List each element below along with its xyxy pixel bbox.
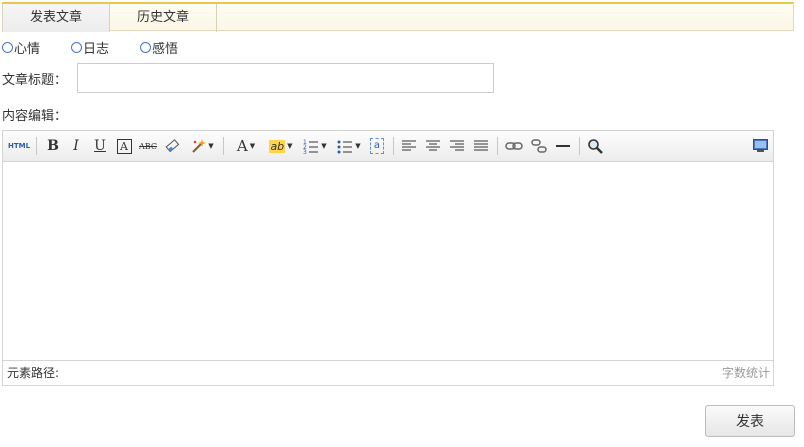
italic-button[interactable]: I xyxy=(66,136,86,156)
title-label: 文章标题： xyxy=(2,73,68,88)
radio-button[interactable] xyxy=(71,41,83,53)
rich-text-editor: HTML B I U A ABC ▼ A ▼ ab ▼ 1 2 3 ▼ ▼ a … xyxy=(2,130,774,386)
element-path-label: 元素路径: xyxy=(7,366,60,380)
link-button[interactable] xyxy=(503,136,525,156)
strikethrough-icon: ABC xyxy=(139,141,157,151)
chevron-down-icon: ▼ xyxy=(355,142,361,150)
toolbar-separator xyxy=(36,137,37,155)
chevron-down-icon: ▼ xyxy=(208,142,214,150)
ordered-list-button[interactable]: 1 2 3 ▼ xyxy=(300,136,330,156)
radio-option-mood[interactable]: 心情 xyxy=(2,38,40,57)
align-right-button[interactable] xyxy=(447,136,467,156)
tab-bar: 发表文章 历史文章 xyxy=(2,2,794,32)
toolbar-separator xyxy=(579,137,580,155)
tab-publish-article[interactable]: 发表文章 xyxy=(2,4,110,32)
category-radio-group: 心情 日志 感悟 xyxy=(2,38,178,57)
tab-history-articles[interactable]: 历史文章 xyxy=(110,4,217,32)
unordered-list-button[interactable]: ▼ xyxy=(334,136,364,156)
chevron-down-icon: ▼ xyxy=(249,142,256,150)
fullscreen-button[interactable] xyxy=(750,136,770,156)
underline-button[interactable]: U xyxy=(90,136,110,156)
toolbar-separator xyxy=(497,137,498,155)
magic-wand-icon xyxy=(192,139,207,153)
toolbar-separator xyxy=(223,137,224,155)
ordered-list-icon: 1 2 3 xyxy=(303,139,319,154)
radio-button[interactable] xyxy=(2,41,13,53)
eraser-icon xyxy=(165,139,180,153)
monitor-icon xyxy=(752,139,768,152)
svg-text:3: 3 xyxy=(303,149,307,154)
toolbar-separator xyxy=(393,137,394,155)
horizontal-rule-button[interactable] xyxy=(553,136,573,156)
italic-icon: I xyxy=(73,138,79,154)
font-color-button[interactable]: A ▼ xyxy=(230,136,262,156)
unordered-list-icon xyxy=(337,140,353,154)
align-left-button[interactable] xyxy=(399,136,419,156)
eraser-button[interactable] xyxy=(162,136,182,156)
align-right-icon xyxy=(450,140,464,151)
editor-toolbar: HTML B I U A ABC ▼ A ▼ ab ▼ 1 2 3 ▼ ▼ a xyxy=(3,131,773,162)
font-color-icon: A xyxy=(236,137,248,155)
editor-content-area[interactable] xyxy=(3,162,773,392)
chevron-down-icon: ▼ xyxy=(287,142,293,150)
magnifier-icon xyxy=(588,139,603,154)
justify-button[interactable] xyxy=(471,136,491,156)
format-painter-button[interactable]: ▼ xyxy=(186,136,218,156)
radio-label: 心情 xyxy=(14,41,41,57)
radio-button[interactable] xyxy=(140,41,152,53)
bold-icon: B xyxy=(47,138,59,154)
html-source-button[interactable]: HTML xyxy=(7,136,31,156)
align-center-button[interactable] xyxy=(423,136,443,156)
title-input[interactable] xyxy=(77,63,494,93)
html-source-icon: HTML xyxy=(7,142,31,150)
paste-plain-text-icon: a xyxy=(370,138,384,154)
radio-label: 日志 xyxy=(83,41,110,57)
search-replace-button[interactable] xyxy=(585,136,605,156)
align-left-icon xyxy=(402,140,416,151)
justify-icon xyxy=(474,140,488,151)
word-count-label: 字数统计 xyxy=(721,366,770,380)
radio-option-diary[interactable]: 日志 xyxy=(71,38,109,57)
align-center-icon xyxy=(426,140,440,151)
radio-label: 感悟 xyxy=(152,41,179,57)
unlink-button[interactable] xyxy=(529,136,549,156)
underline-icon: U xyxy=(94,138,106,154)
radio-option-insight[interactable]: 感悟 xyxy=(140,38,178,57)
highlight-color-icon: ab xyxy=(269,139,286,153)
font-border-icon: A xyxy=(116,138,132,154)
paste-plain-text-button[interactable]: a xyxy=(367,136,387,156)
bold-button[interactable]: B xyxy=(43,136,63,156)
publish-button[interactable]: 发表 xyxy=(705,405,795,437)
strikethrough-button[interactable]: ABC xyxy=(137,136,159,156)
highlight-color-button[interactable]: ab ▼ xyxy=(265,136,297,156)
font-border-button[interactable]: A xyxy=(114,136,134,156)
editor-status-bar: 元素路径: 字数统计 xyxy=(3,360,773,385)
unlink-icon xyxy=(531,139,547,153)
horizontal-rule-icon xyxy=(556,145,570,147)
content-label: 内容编辑： xyxy=(2,109,68,124)
link-icon xyxy=(505,142,523,150)
chevron-down-icon: ▼ xyxy=(321,142,327,150)
